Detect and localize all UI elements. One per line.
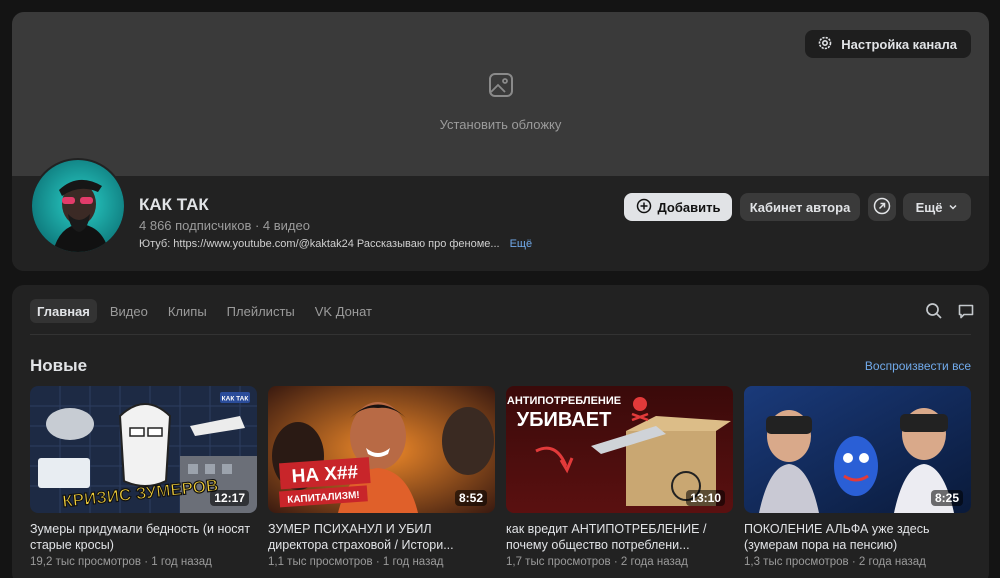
video-thumbnail[interactable]: КАК ТАК КРИЗИС ЗУМЕРОВ 12:17 bbox=[30, 386, 257, 513]
video-card[interactable]: НА Х## КАПИТАЛИЗМ! 8:52 ЗУМЕР ПСИХАНУЛ И… bbox=[268, 386, 495, 568]
search-icon[interactable] bbox=[925, 302, 943, 325]
video-card[interactable]: АНТИПОТРЕБЛЕНИЕ УБИВАЕТ 13:10 как вредит… bbox=[506, 386, 733, 568]
video-meta: 1,7 тыс просмотров · 2 года назад bbox=[506, 556, 688, 568]
description-more-link[interactable]: Ещё bbox=[510, 238, 533, 250]
channel-settings-button[interactable]: Настройка канала bbox=[805, 30, 971, 58]
channel-tabs: Главная Видео Клипы Плейлисты VK Донат bbox=[30, 299, 379, 323]
set-cover-area[interactable]: Установить обложку bbox=[12, 72, 989, 132]
channel-name: КАК ТАК bbox=[139, 195, 209, 214]
channel-description: Ютуб: https://www.youtube.com/@kaktak24 … bbox=[139, 238, 532, 250]
video-title[interactable]: ПОКОЛЕНИЕ АЛЬФА уже здесь (зумерам пора … bbox=[744, 521, 971, 553]
video-meta: 1,3 тыс просмотров · 2 года назад bbox=[744, 556, 926, 568]
channel-settings-label: Настройка канала bbox=[841, 36, 957, 52]
video-thumbnail[interactable]: АНТИПОТРЕБЛЕНИЕ УБИВАЕТ 13:10 bbox=[506, 386, 733, 513]
video-thumbnail[interactable]: 8:25 bbox=[744, 386, 971, 513]
video-duration: 8:25 bbox=[930, 490, 963, 506]
set-cover-label[interactable]: Установить обложку bbox=[12, 117, 989, 132]
channel-header: Установить обложку Настройка канала КАК … bbox=[12, 12, 989, 271]
image-icon bbox=[488, 72, 514, 98]
channel-cover[interactable]: Установить обложку Настройка канала bbox=[12, 12, 989, 176]
thumbnail-caption-bottom: УБИВАЕТ bbox=[517, 409, 612, 431]
video-card[interactable]: КАК ТАК КРИЗИС ЗУМЕРОВ 12:17 Зумеры прид… bbox=[30, 386, 257, 568]
tab-videos[interactable]: Видео bbox=[103, 299, 155, 323]
share-button[interactable] bbox=[868, 193, 896, 221]
tab-actions bbox=[925, 302, 975, 325]
video-card[interactable]: 8:25 ПОКОЛЕНИЕ АЛЬФА уже здесь (зумерам … bbox=[744, 386, 971, 568]
more-button-label: Ещё bbox=[915, 199, 943, 215]
video-meta: 19,2 тыс просмотров · 1 год назад bbox=[30, 556, 212, 568]
add-button[interactable]: Добавить bbox=[624, 193, 732, 221]
video-list: КАК ТАК КРИЗИС ЗУМЕРОВ 12:17 Зумеры прид… bbox=[30, 386, 971, 568]
arrow-up-right-icon bbox=[873, 197, 891, 218]
video-duration: 13:10 bbox=[686, 490, 725, 506]
tab-playlists[interactable]: Плейлисты bbox=[220, 299, 302, 323]
chevron-down-icon bbox=[948, 200, 958, 215]
channel-description-text: Ютуб: https://www.youtube.com/@kaktak24 … bbox=[139, 238, 500, 250]
tab-home[interactable]: Главная bbox=[30, 299, 97, 323]
section-title: Новые bbox=[30, 356, 88, 375]
tab-vk-donate[interactable]: VK Донат bbox=[308, 299, 379, 323]
gear-icon bbox=[817, 35, 833, 54]
play-all-link[interactable]: Воспроизвести все bbox=[865, 359, 971, 373]
tab-clips[interactable]: Клипы bbox=[161, 299, 214, 323]
video-thumbnail[interactable]: НА Х## КАПИТАЛИЗМ! 8:52 bbox=[268, 386, 495, 513]
author-cabinet-button[interactable]: Кабинет автора bbox=[740, 193, 860, 221]
add-button-label: Добавить bbox=[657, 199, 721, 215]
video-title[interactable]: как вредит АНТИПОТРЕБЛЕНИЕ / почему обще… bbox=[506, 521, 733, 553]
avatar[interactable] bbox=[30, 158, 126, 254]
channel-meta: 4 866 подписчиков · 4 видео bbox=[139, 218, 310, 233]
more-button[interactable]: Ещё bbox=[903, 193, 971, 221]
thumbnail-caption-top: АНТИПОТРЕБЛЕНИЕ bbox=[507, 395, 621, 407]
plus-circle-icon bbox=[636, 198, 652, 217]
video-title[interactable]: ЗУМЕР ПСИХАНУЛ И УБИЛ директора страхово… bbox=[268, 521, 495, 553]
channel-content: Главная Видео Клипы Плейлисты VK Донат Н… bbox=[12, 285, 989, 578]
video-duration: 8:52 bbox=[454, 490, 487, 506]
video-meta: 1,1 тыс просмотров · 1 год назад bbox=[268, 556, 444, 568]
tabs-divider bbox=[30, 334, 971, 335]
chat-icon[interactable] bbox=[957, 302, 975, 325]
video-duration: 12:17 bbox=[210, 490, 249, 506]
video-title[interactable]: Зумеры придумали бедность (и носят стары… bbox=[30, 521, 257, 553]
thumbnail-badge: КАК ТАК bbox=[222, 396, 249, 403]
